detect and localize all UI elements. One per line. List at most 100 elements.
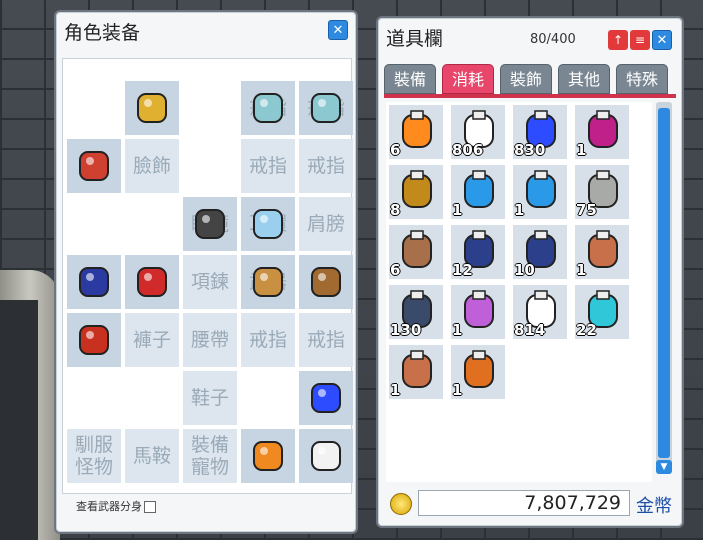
inventory-count: 80/400 (530, 32, 576, 47)
equip-slot[interactable]: 臉飾 (125, 139, 179, 193)
cape-icon (74, 262, 114, 302)
equip-slot[interactable]: 戒指 (241, 313, 295, 367)
equip-slot[interactable] (67, 139, 121, 193)
equip-slot[interactable]: 馬鞍 (125, 429, 179, 483)
tab-0[interactable]: 裝備 (384, 64, 436, 94)
inventory-slot[interactable]: 1 (450, 344, 506, 400)
inventory-slot[interactable]: 830 (512, 104, 568, 160)
orange-wand-icon (457, 349, 501, 393)
item-quantity: 6 (390, 261, 401, 279)
tab-4[interactable]: 特殊 (616, 64, 668, 94)
equip-slot-label: 戒指 (248, 329, 287, 351)
item-quantity: 830 (514, 141, 546, 159)
inventory-slot[interactable]: 1 (388, 344, 444, 400)
equip-slot-label: 裝備寵物 (190, 434, 229, 478)
equip-slot[interactable] (67, 255, 121, 309)
parchment-icon (395, 349, 439, 393)
equip-slot[interactable]: 裝備寵物 (183, 429, 237, 483)
tab-1[interactable]: 消耗 (442, 64, 494, 94)
meso-label: 金幣 (636, 496, 672, 517)
inventory-slot[interactable]: 8 (388, 164, 444, 220)
scroll-down-icon[interactable]: ▼ (656, 460, 672, 474)
inventory-slot[interactable]: 814 (512, 284, 568, 340)
close-icon[interactable]: ✕ (652, 30, 672, 50)
equip-slot-label: 戒指 (306, 155, 345, 177)
equip-slot-label: 肩膀 (306, 213, 345, 235)
equip-slot[interactable]: 戒指 (299, 313, 353, 367)
meso-coin-icon (390, 493, 412, 515)
equip-slot[interactable]: 武器 (241, 255, 295, 309)
parchment-icon (581, 229, 625, 273)
equip-slot[interactable] (241, 429, 295, 483)
tab-2[interactable]: 裝飾 (500, 64, 552, 94)
item-quantity: 22 (576, 321, 597, 339)
equip-slot[interactable]: 腰帶 (183, 313, 237, 367)
item-quantity: 1 (390, 381, 401, 399)
inventory-slot[interactable]: 75 (574, 164, 630, 220)
equip-slot[interactable]: 耳環 (241, 197, 295, 251)
inventory-slot[interactable]: 1 (574, 104, 630, 160)
equip-slot[interactable]: 戒指 (241, 81, 295, 135)
equip-slot-label: 戒指 (306, 329, 345, 351)
glasses-icon (190, 204, 230, 244)
inventory-slot[interactable]: 12 (450, 224, 506, 280)
item-quantity: 1 (514, 201, 525, 219)
close-icon[interactable]: ✕ (328, 20, 348, 40)
inventory-slot[interactable]: 1 (450, 164, 506, 220)
white-potion-icon (306, 436, 346, 476)
orange-potion-icon (395, 109, 439, 153)
equip-slot-label: 馴服怪物 (74, 434, 113, 478)
item-quantity: 814 (514, 321, 546, 339)
purple-stump-icon (457, 289, 501, 333)
inventory-slot[interactable]: 6 (388, 224, 444, 280)
equip-slot[interactable]: 鞋子 (183, 371, 237, 425)
item-quantity: 806 (452, 141, 484, 159)
item-quantity: 1 (576, 141, 587, 159)
mushroom-pet-icon (248, 436, 288, 476)
tab-3[interactable]: 其他 (558, 64, 610, 94)
equip-slot-label: 褲子 (132, 329, 171, 351)
inventory-slot[interactable]: 1 (512, 164, 568, 220)
view-weapon-clone-checkbox[interactable] (144, 501, 156, 513)
earring-icon (248, 204, 288, 244)
list-icon[interactable]: ≡ (630, 30, 650, 50)
glove-icon (74, 320, 114, 360)
scrollbar-thumb[interactable] (658, 108, 670, 458)
equip-slot[interactable]: 戒指 (299, 81, 353, 135)
meso-amount: 7,807,729 (418, 490, 630, 516)
equip-slot[interactable] (299, 371, 353, 425)
background-doorway (0, 300, 38, 540)
equip-slot[interactable] (125, 255, 179, 309)
equip-slot[interactable]: 肩膀 (299, 197, 353, 251)
item-quantity: 6 (390, 141, 401, 159)
equip-slot[interactable]: 馴服怪物 (67, 429, 121, 483)
equip-slot[interactable]: 戒指 (241, 139, 295, 193)
equip-slot[interactable] (299, 429, 353, 483)
maple-leaf-card-icon (457, 169, 501, 213)
inventory-slot[interactable]: 1 (450, 284, 506, 340)
equip-slot[interactable]: 項鍊 (183, 255, 237, 309)
inventory-slot[interactable]: 10 (512, 224, 568, 280)
inventory-slot[interactable]: 6 (388, 104, 444, 160)
sort-icon[interactable]: ↑ (608, 30, 628, 50)
inventory-slot[interactable]: 1 (574, 224, 630, 280)
equip-slot[interactable]: 戒指 (299, 139, 353, 193)
item-quantity: 75 (576, 201, 597, 219)
equip-slot[interactable] (67, 313, 121, 367)
item-quantity: 8 (390, 201, 401, 219)
equipment-title: 角色装备 (64, 22, 141, 44)
equip-slot[interactable]: 褲子 (125, 313, 179, 367)
ring-icon (306, 88, 346, 128)
equip-slot[interactable]: 眼鏡 (183, 197, 237, 251)
cannon-icon (395, 169, 439, 213)
inventory-slot[interactable]: 806 (450, 104, 506, 160)
inventory-slot[interactable]: 22 (574, 284, 630, 340)
equip-slot[interactable] (125, 81, 179, 135)
equip-slot[interactable] (299, 255, 353, 309)
inventory-grid: 6 806 830 1 8 1 1 75 6 12 10 1 130 1 814 22 1 1 (386, 102, 652, 482)
inventory-slot[interactable]: 130 (388, 284, 444, 340)
armor-icon (132, 262, 172, 302)
item-quantity: 1 (452, 381, 463, 399)
item-quantity: 10 (514, 261, 535, 279)
ring-icon (248, 88, 288, 128)
